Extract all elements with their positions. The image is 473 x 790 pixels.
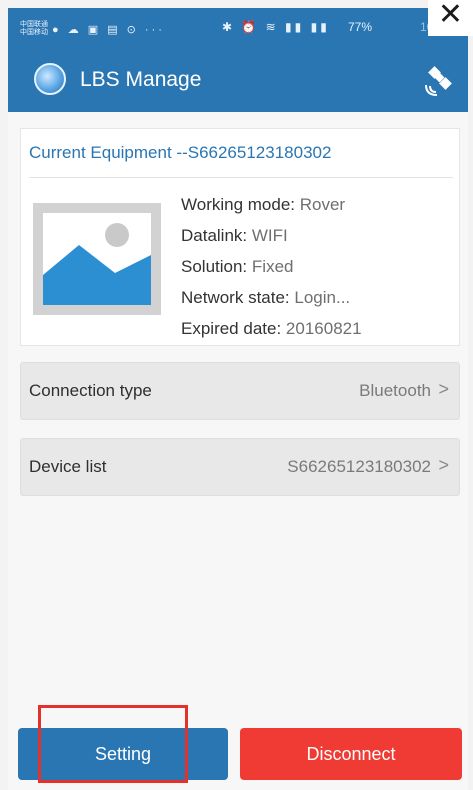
system-icons: ✱ ⏰ ≋ ▮▮ ▮▮ — [222, 20, 330, 34]
page-title: LBS Manage — [80, 68, 202, 91]
info-label: Network state: — [181, 288, 290, 307]
info-row-datalink: Datalink: WIFI — [181, 220, 362, 251]
phone-screen: 中国联通 中国移动 ● ☁ ▣ ▤ ⊙ ··· ✱ ⏰ ≋ ▮▮ ▮▮ 77% … — [0, 0, 473, 790]
info-label: Datalink: — [181, 226, 248, 245]
info-label: Expired date: — [181, 319, 282, 338]
info-value: WIFI — [251, 226, 288, 245]
status-bar: 中国联通 中国移动 ● ☁ ▣ ▤ ⊙ ··· ✱ ⏰ ≋ ▮▮ ▮▮ 77% … — [8, 8, 468, 50]
equipment-info: Working mode: Rover Datalink: WIFI Solut… — [181, 189, 362, 344]
device-list-row[interactable]: Device list S66265123180302 > — [20, 438, 460, 496]
carrier-text: 中国联通 中国移动 — [20, 21, 48, 36]
current-equipment-card: Current Equipment --S66265123180302 Work… — [20, 128, 460, 346]
app-globe-icon — [34, 63, 66, 95]
info-label: Working mode: — [181, 195, 296, 214]
disconnect-button[interactable]: Disconnect — [240, 728, 462, 780]
info-value: Fixed — [251, 257, 294, 276]
row-value: Bluetooth — [359, 381, 431, 400]
close-icon[interactable]: ✕ — [428, 0, 473, 36]
info-value: Login... — [294, 288, 351, 307]
battery-text: 77% — [348, 20, 373, 34]
row-label: Device list — [29, 457, 107, 476]
divider — [29, 177, 453, 178]
app-bar: LBS Manage — [8, 50, 468, 112]
info-value: 20160821 — [285, 319, 362, 338]
connection-type-row[interactable]: Connection type Bluetooth > — [20, 362, 460, 420]
info-value: Rover — [299, 195, 346, 214]
info-row-working-mode: Working mode: Rover — [181, 189, 362, 220]
info-row-expired-date: Expired date: 20160821 — [181, 313, 362, 344]
row-value: S66265123180302 — [287, 457, 431, 476]
chevron-right-icon: > — [438, 455, 449, 475]
setting-button[interactable]: Setting — [18, 728, 228, 780]
info-row-solution: Solution: Fixed — [181, 251, 362, 282]
chevron-right-icon: > — [438, 379, 449, 399]
row-label: Connection type — [29, 381, 152, 400]
info-label: Solution: — [181, 257, 248, 276]
notification-icons: ● ☁ ▣ ▤ ⊙ ··· — [52, 23, 165, 36]
satellite-icon[interactable] — [424, 64, 456, 96]
info-row-network-state: Network state: Login... — [181, 282, 362, 313]
equipment-title: Current Equipment --S66265123180302 — [29, 143, 332, 162]
image-placeholder-icon — [33, 203, 161, 315]
